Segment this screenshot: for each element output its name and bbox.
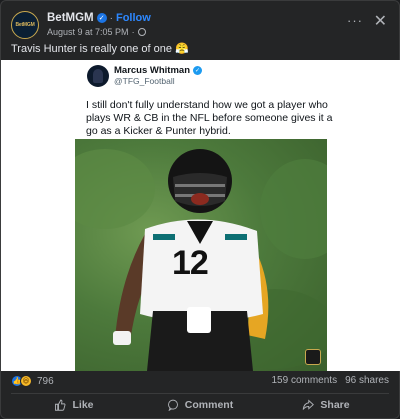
divider <box>11 393 389 394</box>
page-avatar[interactable]: BetMGM <box>11 11 39 39</box>
thumbs-up-icon <box>55 399 66 411</box>
tweet-author-handle: @TFG_Football <box>114 76 175 86</box>
separator-dot: · <box>109 12 113 24</box>
reactions-summary[interactable]: 👍 😆 796 <box>11 375 54 387</box>
action-bar: Like Comment Share <box>11 396 389 414</box>
share-label: Share <box>320 399 350 411</box>
post-meta: August 9 at 7:05 PM · <box>47 27 146 37</box>
post-header: BetMGM BetMGM ✓ · Follow August 9 at 7:0… <box>11 11 389 39</box>
shares-count[interactable]: 96 shares <box>345 375 389 386</box>
engagement-stats: 159 comments 96 shares <box>271 375 389 386</box>
comments-count[interactable]: 159 comments <box>271 375 337 386</box>
player-photo: 12 <box>75 139 327 371</box>
globe-icon <box>137 28 146 36</box>
reaction-count: 796 <box>37 375 54 387</box>
jersey-number: 12 <box>172 244 209 282</box>
post-timestamp[interactable]: August 9 at 7:05 PM <box>47 27 129 37</box>
tweet-author-avatar <box>87 65 109 87</box>
share-button[interactable]: Share <box>263 396 389 414</box>
comment-icon <box>167 399 178 411</box>
follow-button[interactable]: Follow <box>116 12 151 24</box>
tweet-author-row: Marcus Whitman ✓ <box>114 65 203 76</box>
tweet-verified-icon: ✓ <box>193 66 203 75</box>
facebook-post: BetMGM BetMGM ✓ · Follow August 9 at 7:0… <box>0 0 400 419</box>
page-name-row: BetMGM ✓ · Follow <box>47 12 151 24</box>
comment-label: Comment <box>184 399 234 411</box>
close-icon[interactable]: ✕ <box>374 11 387 31</box>
verified-badge-icon: ✓ <box>96 13 107 23</box>
separator-dot: · <box>131 27 135 37</box>
haha-reaction-icon: 😆 <box>20 375 32 387</box>
like-label: Like <box>72 399 94 411</box>
page-name[interactable]: BetMGM <box>47 12 94 24</box>
watermark-logo <box>305 349 321 365</box>
post-caption: Travis Hunter is really one of one 😤 <box>11 43 189 55</box>
comment-button[interactable]: Comment <box>137 396 263 414</box>
engagement-bar: 👍 😆 796 159 comments 96 shares <box>11 375 389 389</box>
tweet-text: I still don't fully understand how we go… <box>86 99 333 137</box>
avatar-logo-text: BetMGM <box>15 22 35 28</box>
like-button[interactable]: Like <box>11 396 137 414</box>
share-icon <box>303 399 315 410</box>
more-options-icon[interactable]: ··· <box>347 13 363 28</box>
tweet-author-name: Marcus Whitman <box>114 65 191 76</box>
